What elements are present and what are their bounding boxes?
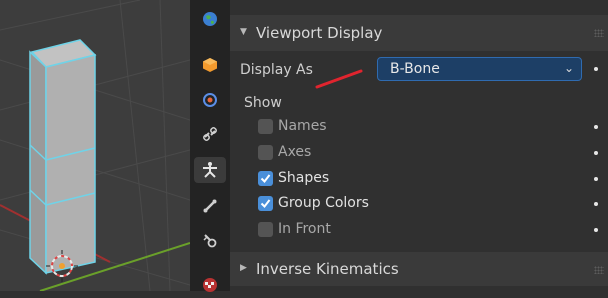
- animate-property-dot[interactable]: [594, 177, 598, 181]
- checkmark-icon: [260, 174, 271, 184]
- display-as-value: B-Bone: [390, 61, 440, 77]
- armature-data-icon[interactable]: [194, 157, 226, 183]
- animate-property-dot[interactable]: [594, 151, 598, 155]
- viewport-scene: [0, 0, 190, 291]
- animate-property-dot[interactable]: [594, 202, 598, 206]
- animate-property-dot[interactable]: [594, 125, 598, 129]
- bone-icon[interactable]: [194, 193, 226, 219]
- material-icon[interactable]: [194, 272, 226, 298]
- axes-checkbox[interactable]: [258, 145, 273, 160]
- group-colors-checkbox[interactable]: [258, 196, 273, 211]
- names-checkbox[interactable]: [258, 119, 273, 134]
- bone-constraint-icon[interactable]: [194, 227, 226, 253]
- group-colors-label: Group Colors: [278, 195, 369, 211]
- physics-icon[interactable]: [194, 87, 226, 113]
- world-icon[interactable]: [194, 6, 226, 32]
- annotation-arrow: [315, 69, 363, 89]
- in-front-label: In Front: [278, 221, 331, 237]
- properties-panel: ▼ Viewport Display Display As B-Bone ⌄ S…: [230, 0, 608, 291]
- show-label: Show: [244, 95, 282, 111]
- expand-right-icon: ▶: [240, 263, 247, 273]
- constraints-icon[interactable]: [194, 121, 226, 147]
- in-front-checkbox[interactable]: [258, 222, 273, 237]
- bone-stack: [29, 39, 97, 275]
- checkmark-icon: [260, 199, 271, 209]
- inverse-kinematics-title: Inverse Kinematics: [256, 260, 399, 278]
- drag-grip-icon[interactable]: [594, 29, 604, 37]
- animate-property-dot[interactable]: [594, 228, 598, 232]
- axes-label: Axes: [278, 144, 312, 160]
- 3d-viewport[interactable]: [0, 0, 190, 291]
- animate-property-dot[interactable]: [594, 67, 598, 71]
- properties-tab-bar: [190, 0, 230, 292]
- display-as-dropdown[interactable]: B-Bone ⌄: [377, 57, 582, 81]
- drag-grip-icon[interactable]: [594, 266, 604, 274]
- inverse-kinematics-header[interactable]: ▶ Inverse Kinematics: [230, 252, 608, 286]
- shapes-label: Shapes: [278, 170, 330, 186]
- names-label: Names: [278, 118, 327, 134]
- display-as-label: Display As: [240, 62, 313, 78]
- shapes-checkbox[interactable]: [258, 171, 273, 186]
- chevron-down-icon: ⌄: [563, 61, 574, 75]
- viewport-display-header[interactable]: ▼ Viewport Display: [230, 15, 608, 51]
- expand-down-icon: ▼: [240, 27, 247, 37]
- viewport-display-title: Viewport Display: [256, 24, 383, 42]
- object-icon[interactable]: [194, 52, 226, 78]
